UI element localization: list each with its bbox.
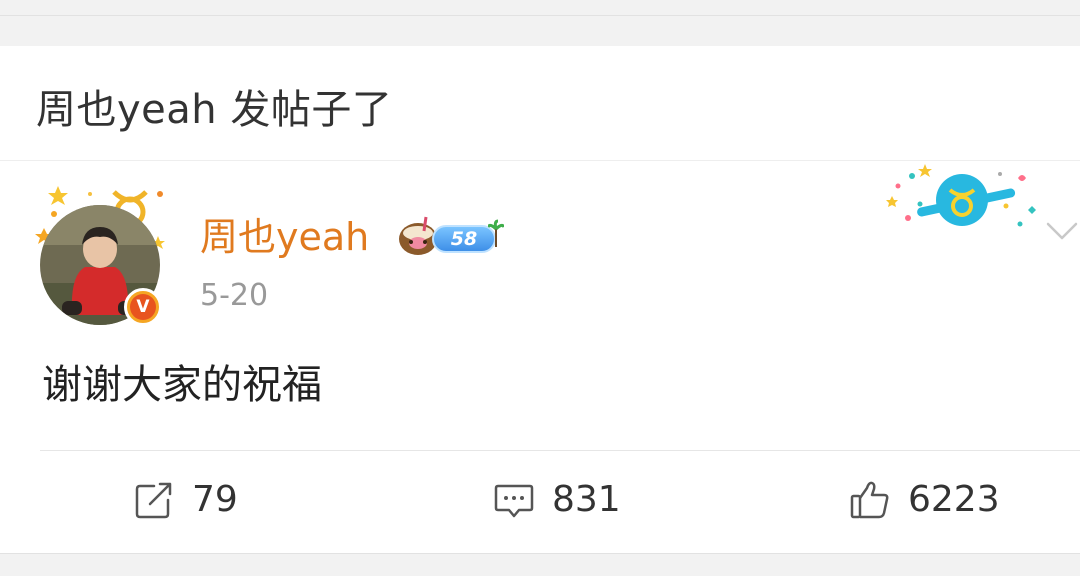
- taurus-icon[interactable]: [880, 160, 1040, 240]
- verified-badge: V: [124, 288, 162, 326]
- level-badge[interactable]: 58: [394, 213, 504, 259]
- repost-icon: [135, 482, 172, 519]
- verified-glyph: V: [130, 294, 156, 320]
- comment-count: 831: [552, 479, 621, 520]
- feed-header: 周也yeah 发帖子了: [0, 46, 1080, 160]
- palm-tree-icon: [488, 219, 504, 247]
- thumbs-up-icon: [850, 481, 889, 519]
- like-button[interactable]: 6223: [848, 475, 1000, 525]
- action-divider: [40, 450, 1080, 451]
- post-date: 5-20: [200, 278, 269, 313]
- comment-button[interactable]: 831: [492, 475, 621, 525]
- repost-button[interactable]: 79: [132, 475, 238, 525]
- comment-icon: [494, 484, 534, 518]
- level-number: 58: [432, 225, 496, 253]
- post-content: 谢谢大家的祝福: [42, 362, 322, 408]
- post-username[interactable]: 周也yeah: [200, 213, 369, 261]
- top-separator: [0, 0, 1080, 46]
- header-title: 周也yeah 发帖子了: [36, 87, 393, 133]
- like-count: 6223: [908, 479, 1000, 520]
- chevron-down-icon[interactable]: [1044, 216, 1080, 244]
- bottom-separator: [0, 553, 1080, 576]
- avatar-with-frame[interactable]: V: [30, 180, 170, 330]
- repost-count: 79: [192, 479, 238, 520]
